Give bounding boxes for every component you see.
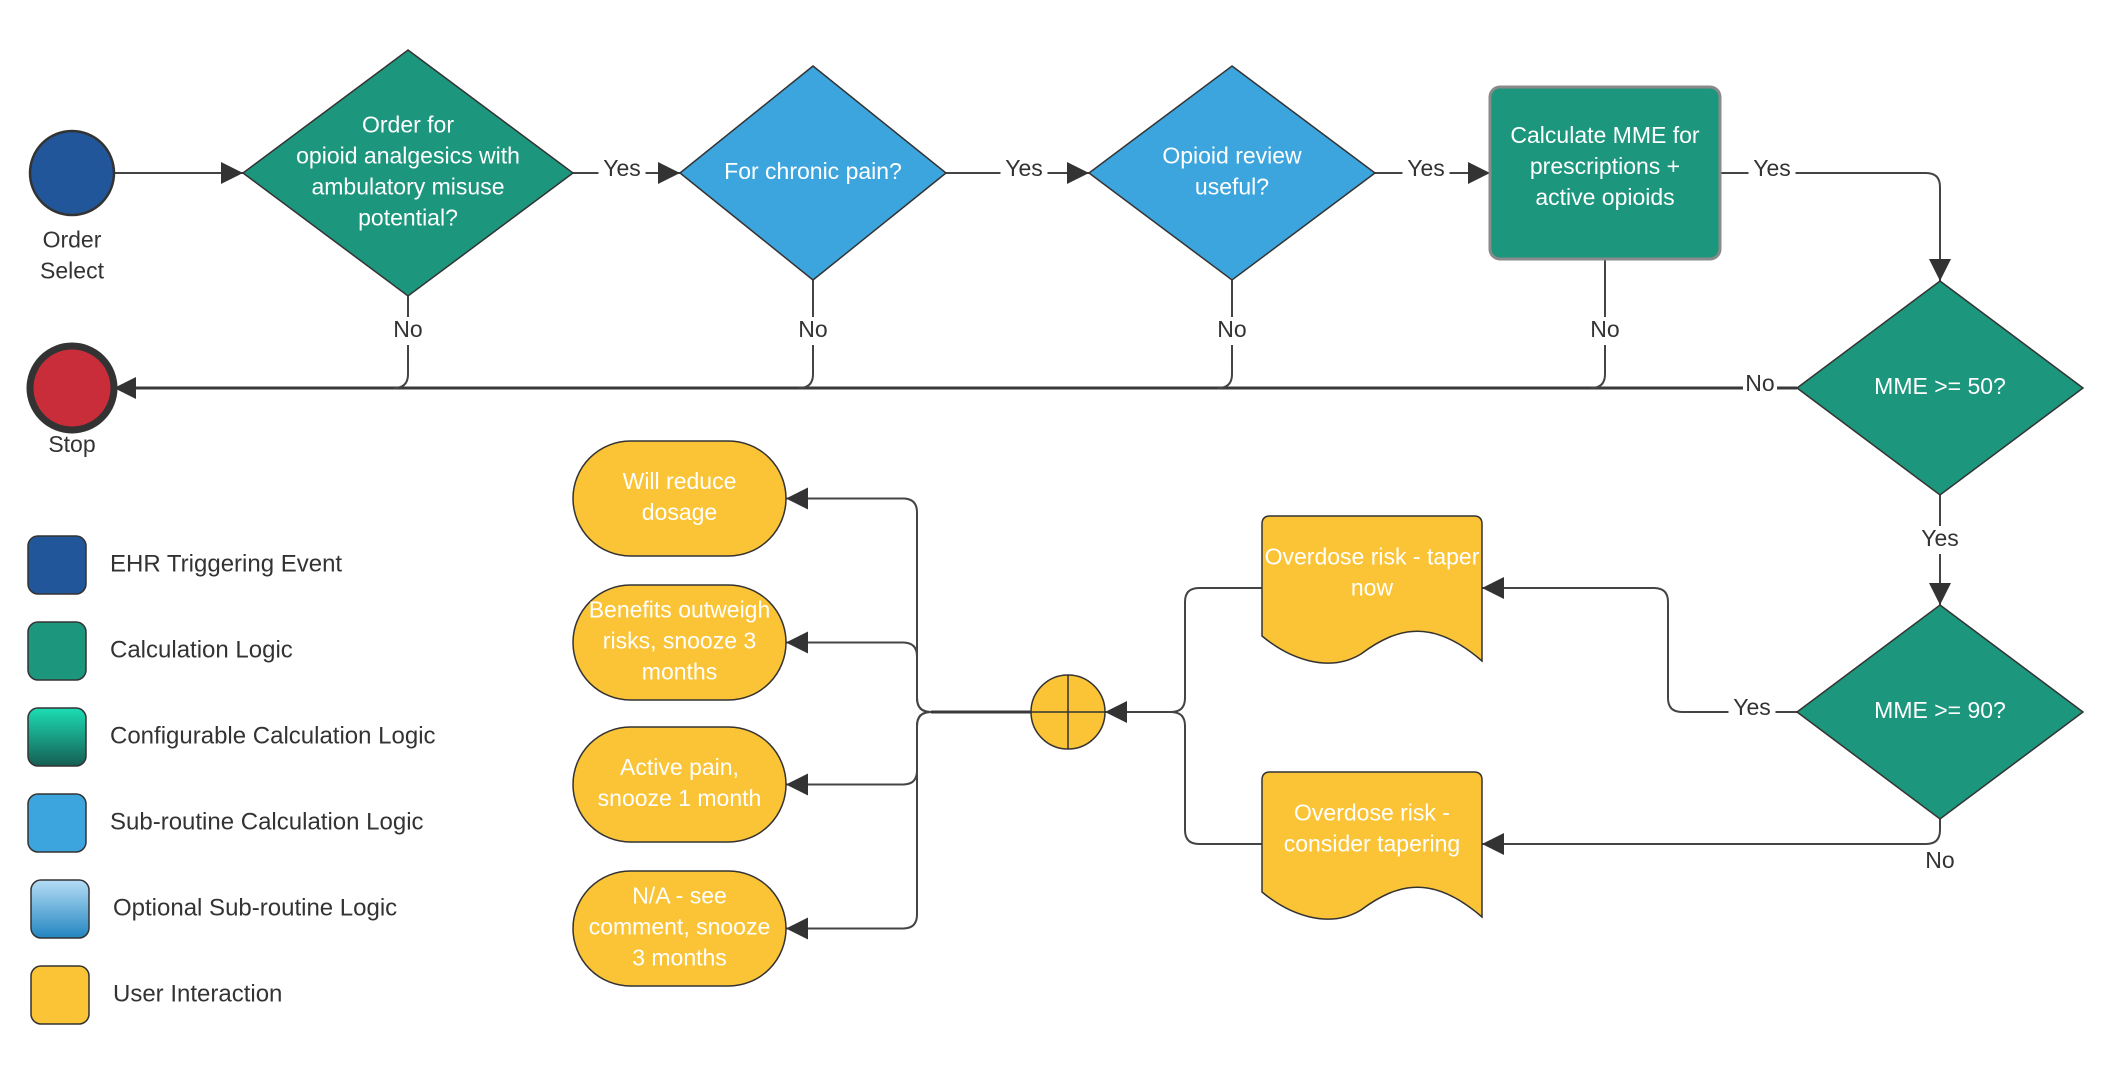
- prompt-overdose-taper-now-text: Overdose risk - taper: [1265, 544, 1480, 570]
- legend-swatch-calc: [27, 621, 87, 681]
- nodes: Order Select Stop Order for opioid analgesic…: [26, 49, 2085, 987]
- edge-label: Yes: [603, 155, 641, 181]
- legend-swatch-user: [30, 965, 90, 1025]
- option-na-see-comment-text: N/A - see: [632, 883, 727, 909]
- start-caption: Order: [43, 227, 102, 253]
- arrowhead-icon: [1482, 577, 1504, 599]
- stop-caption: Stop: [48, 431, 95, 457]
- edge-label: No: [1217, 316, 1246, 342]
- option-na-see-comment-text: comment, snooze: [589, 914, 771, 940]
- arrowhead-icon: [1929, 259, 1951, 281]
- option-active-pain-text: snooze 1 month: [598, 785, 762, 811]
- legend-label: Optional Sub-routine Logic: [113, 894, 397, 921]
- stop-event-icon: [26, 342, 118, 434]
- arrowhead-icon: [658, 162, 680, 184]
- edge-label: Yes: [1005, 155, 1043, 181]
- legend-item-sub: Sub-routine Calculation Logic: [27, 793, 424, 853]
- edge-label: Yes: [1733, 694, 1771, 720]
- edge-label: No: [1745, 370, 1774, 396]
- merge-or-gateway: [1030, 674, 1106, 750]
- opioid-mme-flowchart: Order Select Stop Order for opioid analgesic…: [26, 49, 2085, 1025]
- option-will-reduce-dosage-text: dosage: [642, 499, 717, 525]
- decision-mme-50[interactable]: MME >= 50?: [1795, 280, 2085, 496]
- decision-order-opioid-text: ambulatory misuse: [311, 174, 504, 200]
- decision-review-useful-text: Opioid review: [1162, 143, 1302, 169]
- legend-item-ehr: EHR Triggering Event: [27, 535, 342, 595]
- edge-label: No: [1925, 847, 1954, 873]
- arrowhead-icon: [1468, 162, 1490, 184]
- edge-label: Yes: [1753, 155, 1791, 181]
- option-benefits-outweigh-risks-text: months: [642, 659, 717, 685]
- option-will-reduce-dosage[interactable]: Will reduce dosage: [572, 440, 787, 557]
- decision-order-opioid-text: opioid analgesics with: [296, 143, 520, 169]
- legend-label: Calculation Logic: [110, 636, 293, 663]
- decision-chronic-pain[interactable]: For chronic pain?: [678, 65, 948, 281]
- process-calculate-mme-text: prescriptions +: [1530, 153, 1680, 179]
- connector: [1720, 172, 1941, 281]
- connector: [786, 711, 932, 930]
- decision-review-useful-text: useful?: [1195, 174, 1269, 200]
- legend-label: Configurable Calculation Logic: [110, 722, 436, 749]
- arrowhead-icon: [786, 773, 808, 796]
- process-calculate-mme[interactable]: Calculate MME for prescriptions + active o…: [1488, 85, 1722, 261]
- prompt-overdose-taper-now[interactable]: Overdose risk - taper now: [1261, 515, 1483, 664]
- option-benefits-outweigh-risks-text: Benefits outweigh: [589, 597, 771, 623]
- legend-label: User Interaction: [113, 980, 282, 1007]
- option-benefits-outweigh-risks-text: risks, snooze 3: [603, 628, 756, 654]
- prompt-overdose-consider-tapering[interactable]: Overdose risk - consider tapering: [1261, 771, 1483, 920]
- arrowhead-icon: [1067, 162, 1089, 184]
- arrowhead-icon: [786, 917, 808, 940]
- edge-label: No: [798, 316, 827, 342]
- legend-swatch-config: [27, 707, 87, 767]
- decision-mme-90[interactable]: MME >= 90?: [1795, 604, 2085, 820]
- prompt-overdose-taper-now-text: now: [1351, 575, 1394, 601]
- legend-label: Sub-routine Calculation Logic: [110, 808, 424, 835]
- edge-label: No: [1590, 316, 1619, 342]
- option-benefits-outweigh-risks[interactable]: Benefits outweigh risks, snooze 3 months: [572, 584, 787, 701]
- prompt-overdose-consider-tapering-text: Overdose risk -: [1294, 800, 1450, 826]
- start-order-select[interactable]: Order Select: [28, 129, 116, 284]
- option-active-pain-text: Active pain,: [620, 754, 739, 780]
- arrowhead-icon: [1482, 833, 1504, 855]
- legend-item-config: Configurable Calculation Logic: [27, 707, 436, 767]
- legend-item-user: User Interaction: [30, 965, 282, 1025]
- decision-order-opioid[interactable]: Order for opioid analgesics with ambulator…: [241, 49, 575, 297]
- edge-label: No: [393, 316, 422, 342]
- decision-mme-50-text: MME >= 50?: [1874, 373, 2006, 399]
- connector: [1170, 711, 1262, 845]
- start-event-icon: [28, 129, 116, 217]
- connector: [786, 497, 932, 713]
- arrowhead-icon: [786, 487, 808, 510]
- arrowhead-icon: [221, 162, 243, 184]
- connector: [1170, 587, 1262, 713]
- option-na-see-comment-text: 3 months: [632, 945, 727, 971]
- option-will-reduce-dosage-text: Will reduce: [623, 468, 737, 494]
- arrowhead-icon: [786, 631, 808, 654]
- process-calculate-mme-text: Calculate MME for: [1510, 122, 1700, 148]
- start-caption: Select: [40, 258, 105, 284]
- process-calculate-mme-text: active opioids: [1535, 184, 1674, 210]
- edge-label: Yes: [1921, 525, 1959, 551]
- legend-item-calc: Calculation Logic: [27, 621, 293, 681]
- decision-order-opioid-text: potential?: [358, 205, 458, 231]
- connector: [1482, 819, 1941, 845]
- legend-item-opt: Optional Sub-routine Logic: [30, 879, 397, 939]
- decision-review-useful[interactable]: Opioid review useful?: [1087, 65, 1377, 281]
- option-active-pain[interactable]: Active pain, snooze 1 month: [572, 726, 787, 843]
- legend-swatch-opt: [30, 879, 90, 939]
- legend-label: EHR Triggering Event: [110, 550, 342, 577]
- decision-order-opioid-text: Order for: [362, 112, 454, 138]
- edge-label: Yes: [1407, 155, 1445, 181]
- stop-terminal[interactable]: Stop: [26, 342, 118, 457]
- decision-chronic-pain-text: For chronic pain?: [724, 158, 902, 184]
- legend-swatch-sub: [27, 793, 87, 853]
- option-na-see-comment[interactable]: N/A - see comment, snooze 3 months: [572, 870, 787, 987]
- legend: EHR Triggering Event Calculation Logic Con…: [27, 535, 436, 1025]
- prompt-overdose-consider-tapering-text: consider tapering: [1284, 831, 1460, 857]
- legend-swatch-ehr: [27, 535, 87, 595]
- decision-mme-90-text: MME >= 90?: [1874, 697, 2006, 723]
- arrowhead-icon: [1929, 583, 1951, 605]
- arrowhead-icon: [1105, 701, 1127, 723]
